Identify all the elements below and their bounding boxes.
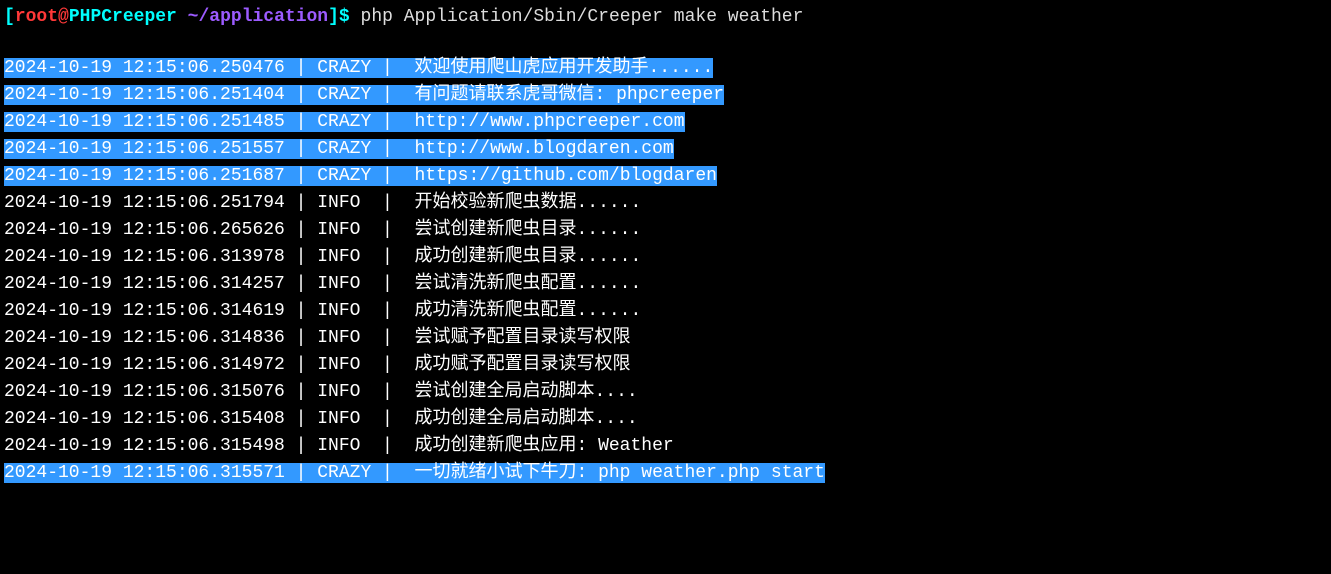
log-normal-text: 2024-10-19 12:15:06.313978 | INFO | 成功创建… <box>4 247 641 267</box>
log-line: 2024-10-19 12:15:06.251404 | CRAZY | 有问题… <box>4 82 1327 109</box>
log-highlighted-text: 2024-10-19 12:15:06.251557 | CRAZY | htt… <box>4 139 674 159</box>
log-normal-text: 2024-10-19 12:15:06.314257 | INFO | 尝试清洗… <box>4 274 641 294</box>
log-line: 2024-10-19 12:15:06.314619 | INFO | 成功清洗… <box>4 298 1327 325</box>
bracket-open: [ <box>4 7 15 27</box>
prompt-line: [root@PHPCreeper ~/application]$ php App… <box>4 4 1327 31</box>
log-highlighted-text: 2024-10-19 12:15:06.251404 | CRAZY | 有问题… <box>4 85 724 105</box>
log-line: 2024-10-19 12:15:06.314972 | INFO | 成功赋予… <box>4 352 1327 379</box>
prompt-tilde: ~ <box>188 7 199 27</box>
log-line: 2024-10-19 12:15:06.250476 | CRAZY | 欢迎使… <box>4 55 1327 82</box>
log-line: 2024-10-19 12:15:06.313978 | INFO | 成功创建… <box>4 244 1327 271</box>
log-line: 2024-10-19 12:15:06.265626 | INFO | 尝试创建… <box>4 217 1327 244</box>
log-normal-text: 2024-10-19 12:15:06.314619 | INFO | 成功清洗… <box>4 301 641 321</box>
prompt-dollar: $ <box>339 7 361 27</box>
log-normal-text: 2024-10-19 12:15:06.314972 | INFO | 成功赋予… <box>4 355 630 375</box>
log-line: 2024-10-19 12:15:06.314257 | INFO | 尝试清洗… <box>4 271 1327 298</box>
prompt-at: @ <box>58 7 69 27</box>
log-line: 2024-10-19 12:15:06.251687 | CRAZY | htt… <box>4 163 1327 190</box>
log-normal-text: 2024-10-19 12:15:06.315076 | INFO | 尝试创建… <box>4 382 638 402</box>
bracket-close: ] <box>328 7 339 27</box>
log-line: 2024-10-19 12:15:06.315408 | INFO | 成功创建… <box>4 406 1327 433</box>
log-line: 2024-10-19 12:15:06.314836 | INFO | 尝试赋予… <box>4 325 1327 352</box>
log-normal-text: 2024-10-19 12:15:06.315408 | INFO | 成功创建… <box>4 409 638 429</box>
prompt-path: /application <box>198 7 328 27</box>
log-normal-text: 2024-10-19 12:15:06.251794 | INFO | 开始校验… <box>4 193 641 213</box>
log-normal-text: 2024-10-19 12:15:06.265626 | INFO | 尝试创建… <box>4 220 641 240</box>
log-line: 2024-10-19 12:15:06.251485 | CRAZY | htt… <box>4 109 1327 136</box>
log-line: 2024-10-19 12:15:06.251794 | INFO | 开始校验… <box>4 190 1327 217</box>
log-output: 2024-10-19 12:15:06.250476 | CRAZY | 欢迎使… <box>4 55 1327 487</box>
log-line: 2024-10-19 12:15:06.315076 | INFO | 尝试创建… <box>4 379 1327 406</box>
log-highlighted-text: 2024-10-19 12:15:06.315571 | CRAZY | 一切就… <box>4 463 825 483</box>
log-line: 2024-10-19 12:15:06.315498 | INFO | 成功创建… <box>4 433 1327 460</box>
command-text: php Application/Sbin/Creeper make weathe… <box>361 7 804 27</box>
log-normal-text: 2024-10-19 12:15:06.314836 | INFO | 尝试赋予… <box>4 328 630 348</box>
log-normal-text: 2024-10-19 12:15:06.315498 | INFO | 成功创建… <box>4 436 674 456</box>
log-line: 2024-10-19 12:15:06.251557 | CRAZY | htt… <box>4 136 1327 163</box>
prompt-host: PHPCreeper <box>69 7 188 27</box>
log-highlighted-text: 2024-10-19 12:15:06.251687 | CRAZY | htt… <box>4 166 717 186</box>
log-highlighted-text: 2024-10-19 12:15:06.250476 | CRAZY | 欢迎使… <box>4 58 713 78</box>
prompt-user: root <box>15 7 58 27</box>
log-highlighted-text: 2024-10-19 12:15:06.251485 | CRAZY | htt… <box>4 112 685 132</box>
log-line: 2024-10-19 12:15:06.315571 | CRAZY | 一切就… <box>4 460 1327 487</box>
